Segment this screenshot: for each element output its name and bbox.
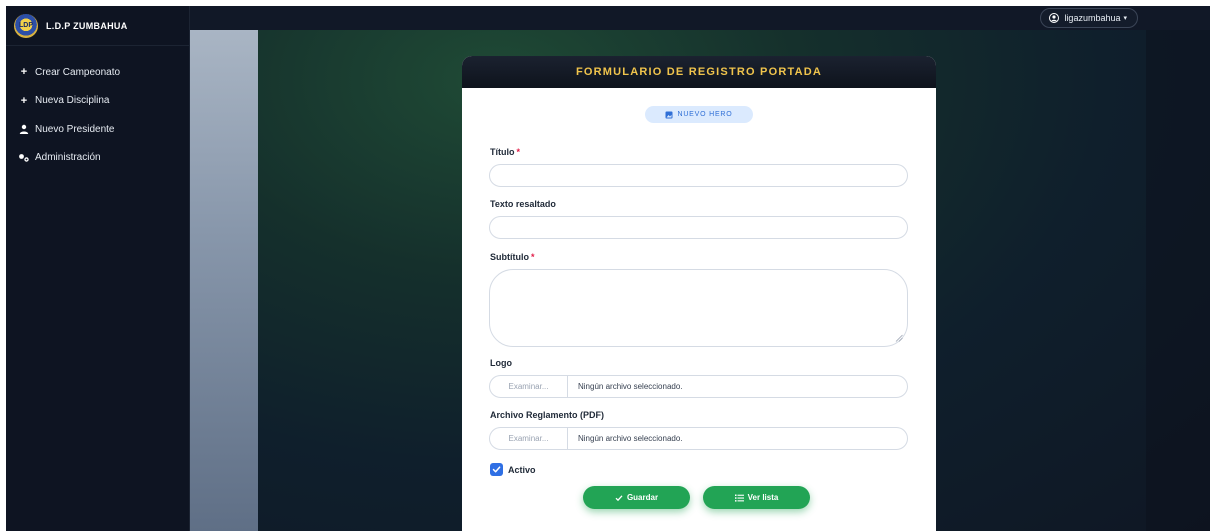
save-button[interactable]: Guardar	[583, 486, 690, 509]
users-cog-icon	[18, 153, 30, 163]
registration-form-card: FORMULARIO DE REGISTRO PORTADA NUEVO HER…	[462, 56, 936, 531]
check-icon	[615, 494, 623, 501]
background-side-panel	[190, 30, 258, 531]
sidebar-item-crear-campeonato[interactable]: + Crear Campeonato	[6, 58, 189, 87]
card-header: FORMULARIO DE REGISTRO PORTADA	[462, 56, 936, 88]
checkmark-icon	[492, 466, 501, 473]
sidebar-item-label: Administración	[35, 152, 101, 164]
texto-resaltado-label: Texto resaltado	[490, 199, 556, 209]
required-marker: *	[531, 252, 535, 262]
titulo-label: Título *	[490, 147, 520, 157]
brand-logo: LDP	[14, 13, 38, 38]
subtitulo-label-text: Subtítulo	[490, 252, 529, 262]
form-title: FORMULARIO DE REGISTRO PORTADA	[575, 66, 822, 78]
user-circle-icon	[1049, 13, 1060, 23]
plus-icon: +	[20, 94, 28, 107]
logo-label: Logo	[490, 358, 512, 368]
activo-label: Activo	[508, 464, 536, 475]
new-hero-badge: NUEVO HERO	[645, 106, 753, 123]
user-icon	[18, 124, 30, 135]
background-right-panel	[1146, 30, 1210, 531]
sidebar-item-nueva-disciplina[interactable]: + Nueva Disciplina	[6, 87, 189, 116]
sidebar-nav: + Crear Campeonato + Nueva Disciplina Nu…	[6, 46, 189, 172]
resize-grip-icon[interactable]	[895, 334, 903, 342]
titulo-label-text: Título	[490, 147, 515, 157]
sidebar-item-nuevo-presidente[interactable]: Nuevo Presidente	[6, 115, 189, 144]
sidebar: LDP L.D.P ZUMBAHUA + Crear Campeonato + …	[6, 6, 190, 531]
titulo-input[interactable]	[489, 164, 908, 187]
subtitulo-label: Subtítulo *	[490, 252, 535, 262]
subtitulo-textarea[interactable]	[489, 269, 908, 347]
sidebar-item-label: Nuevo Presidente	[35, 123, 115, 135]
activo-checkbox-row[interactable]: Activo	[490, 463, 536, 476]
badge-label: NUEVO HERO	[677, 111, 733, 118]
sidebar-item-administracion[interactable]: Administración	[6, 144, 189, 173]
user-menu-button[interactable]: ligazumbahua ▾	[1040, 8, 1138, 28]
reglamento-browse-button[interactable]: Examinar...	[490, 428, 568, 449]
logo-browse-button[interactable]: Examinar...	[490, 376, 568, 397]
activo-checkbox[interactable]	[490, 463, 503, 476]
brand[interactable]: LDP L.D.P ZUMBAHUA	[6, 6, 189, 46]
app-window: LDP L.D.P ZUMBAHUA + Crear Campeonato + …	[6, 6, 1210, 531]
plus-icon: +	[20, 66, 28, 79]
brand-name: L.D.P ZUMBAHUA	[46, 20, 128, 31]
texto-resaltado-input[interactable]	[489, 216, 908, 239]
image-icon	[665, 111, 673, 118]
brand-logo-text: LDP	[19, 22, 33, 29]
required-marker: *	[516, 147, 521, 157]
logo-file-status: Ningún archivo seleccionado.	[578, 382, 683, 391]
user-name: ligazumbahua	[1064, 13, 1121, 23]
reglamento-file-input[interactable]: Examinar... Ningún archivo seleccionado.	[489, 427, 908, 450]
chevron-down-icon: ▾	[1123, 15, 1127, 22]
reglamento-file-status: Ningún archivo seleccionado.	[578, 434, 683, 443]
save-button-label: Guardar	[626, 493, 659, 502]
reglamento-label: Archivo Reglamento (PDF)	[490, 410, 605, 420]
sidebar-item-label: Crear Campeonato	[35, 66, 121, 78]
logo-file-input[interactable]: Examinar... Ningún archivo seleccionado.	[489, 375, 908, 398]
view-list-button-label: Ver lista	[747, 493, 779, 502]
view-list-button[interactable]: Ver lista	[703, 486, 810, 509]
topbar: ligazumbahua ▾	[190, 6, 1210, 30]
main-content: FORMULARIO DE REGISTRO PORTADA NUEVO HER…	[190, 30, 1210, 531]
sidebar-item-label: Nueva Disciplina	[35, 95, 110, 107]
list-icon	[734, 494, 744, 502]
